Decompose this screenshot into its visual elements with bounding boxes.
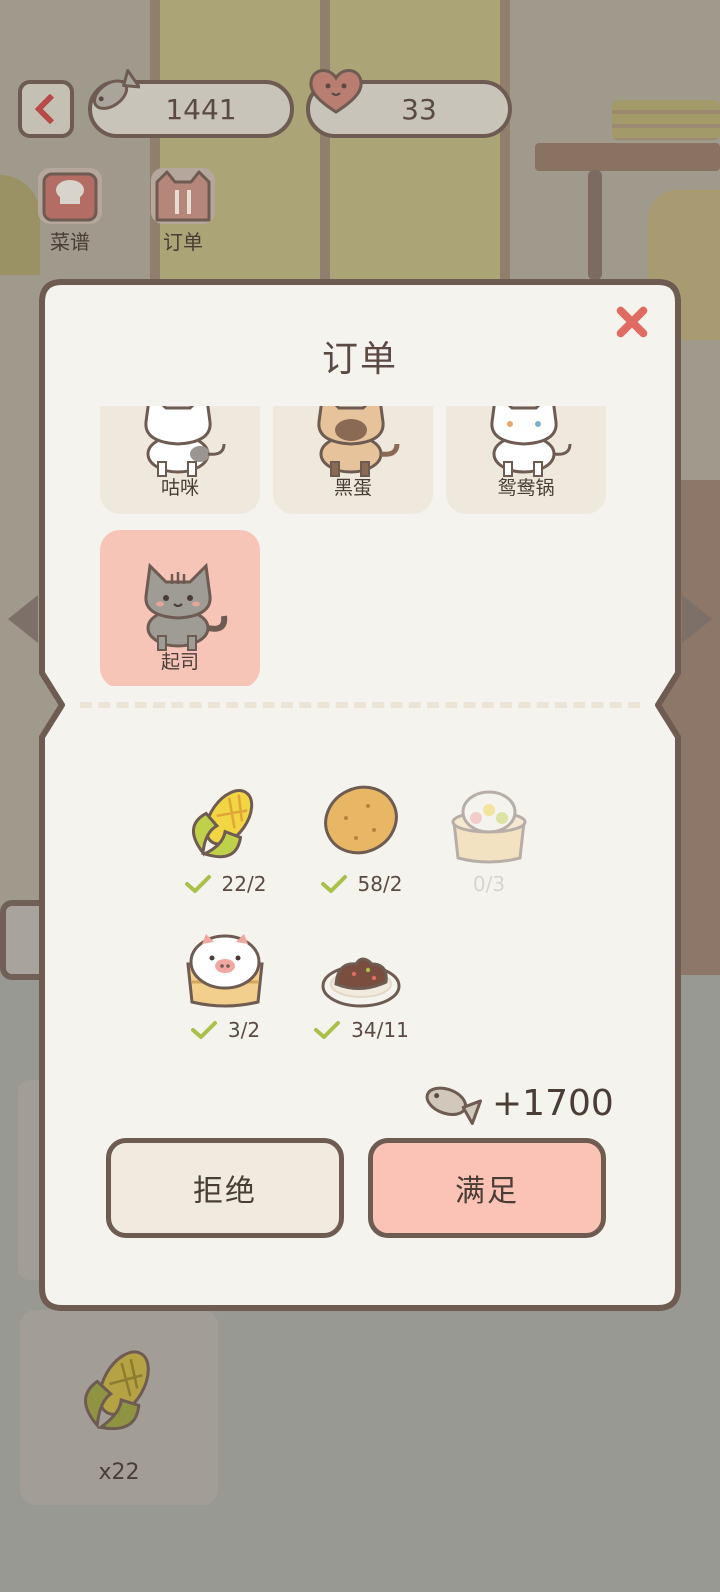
dumpling-basket-icon [451,790,527,864]
white-cat-icon [144,406,226,477]
check-icon [320,875,347,893]
fulfill-button[interactable]: 满足 [368,1138,606,1238]
scroll-left-arrow-icon[interactable] [8,595,38,643]
dialog-title: 订单 [321,339,398,380]
siamese-cat-icon [317,406,400,477]
fish-icon [93,68,140,110]
customer-name: 黑蛋 [333,477,372,499]
ingredient-count: 3/2 [227,1018,261,1042]
meat-dish-icon [321,957,401,1008]
ingredient-dumpling-basket: 0/3 [434,778,544,896]
scroll-right-arrow-icon[interactable] [682,595,712,643]
check-icon [184,875,211,893]
ingredient-corn: 22/2 [170,778,280,896]
customer-name: 起司 [160,651,199,673]
ingredient-pig-bun: 3/2 [170,924,280,1042]
ingredient-count: 22/2 [221,872,267,896]
inventory-slot-corn[interactable]: x22 [20,1310,218,1505]
customer-list[interactable]: 咕咪 黑蛋 鸳鸯锅 起司 [98,406,618,686]
customer-name: 咕咪 [160,477,199,499]
ingredient-count: 34/11 [351,1018,409,1042]
order-dialog: 订单 咕咪 黑蛋 鸳鸯锅 起司 22/2 58/2 0/3 3/2 34/11 … [38,278,682,1312]
chef-hat-book-icon [38,168,102,224]
chevron-left-icon [34,93,66,125]
reward-amount: +1700 [492,1082,614,1124]
dashed-divider [80,702,640,708]
corn-icon [84,1350,150,1430]
shelf [535,143,720,171]
white-cat-icon [490,406,572,477]
check-icon [314,1021,341,1039]
reject-button[interactable]: 拒绝 [106,1138,344,1238]
ingredient-count: 58/2 [357,872,403,896]
cat-cutlery-icon [151,168,215,224]
customer-card[interactable]: 黑蛋 [273,406,433,514]
tab-recipe-label: 菜谱 [50,230,90,254]
hook [588,170,602,280]
tab-order[interactable]: 订单 [143,168,223,255]
heart-icon [309,69,363,114]
heart-count: 33 [401,92,437,126]
customer-card-selected[interactable]: 起司 [100,530,260,686]
back-button[interactable] [18,80,74,138]
reward: +1700 [420,1078,614,1128]
books [612,100,720,140]
close-icon[interactable] [612,302,652,342]
potato-icon [324,785,398,855]
fish-count: 1441 [165,92,237,126]
customer-card[interactable]: 鸳鸯锅 [446,406,606,514]
check-icon [190,1021,217,1039]
inventory-count: x22 [98,1460,140,1485]
tab-order-label: 订单 [163,230,203,254]
ingredient-meat-dish: 34/11 [306,924,416,1042]
tab-recipe[interactable]: 菜谱 [30,168,110,255]
gray-tabby-cat-icon [144,562,228,651]
ingredient-count: 0/3 [472,872,506,896]
customer-card[interactable]: 咕咪 [100,406,260,514]
customer-name: 鸳鸯锅 [497,477,555,499]
ingredient-potato: 58/2 [306,778,416,896]
fish-icon [425,1086,482,1126]
pig-bun-icon [186,934,264,1008]
corn-icon [192,789,254,859]
